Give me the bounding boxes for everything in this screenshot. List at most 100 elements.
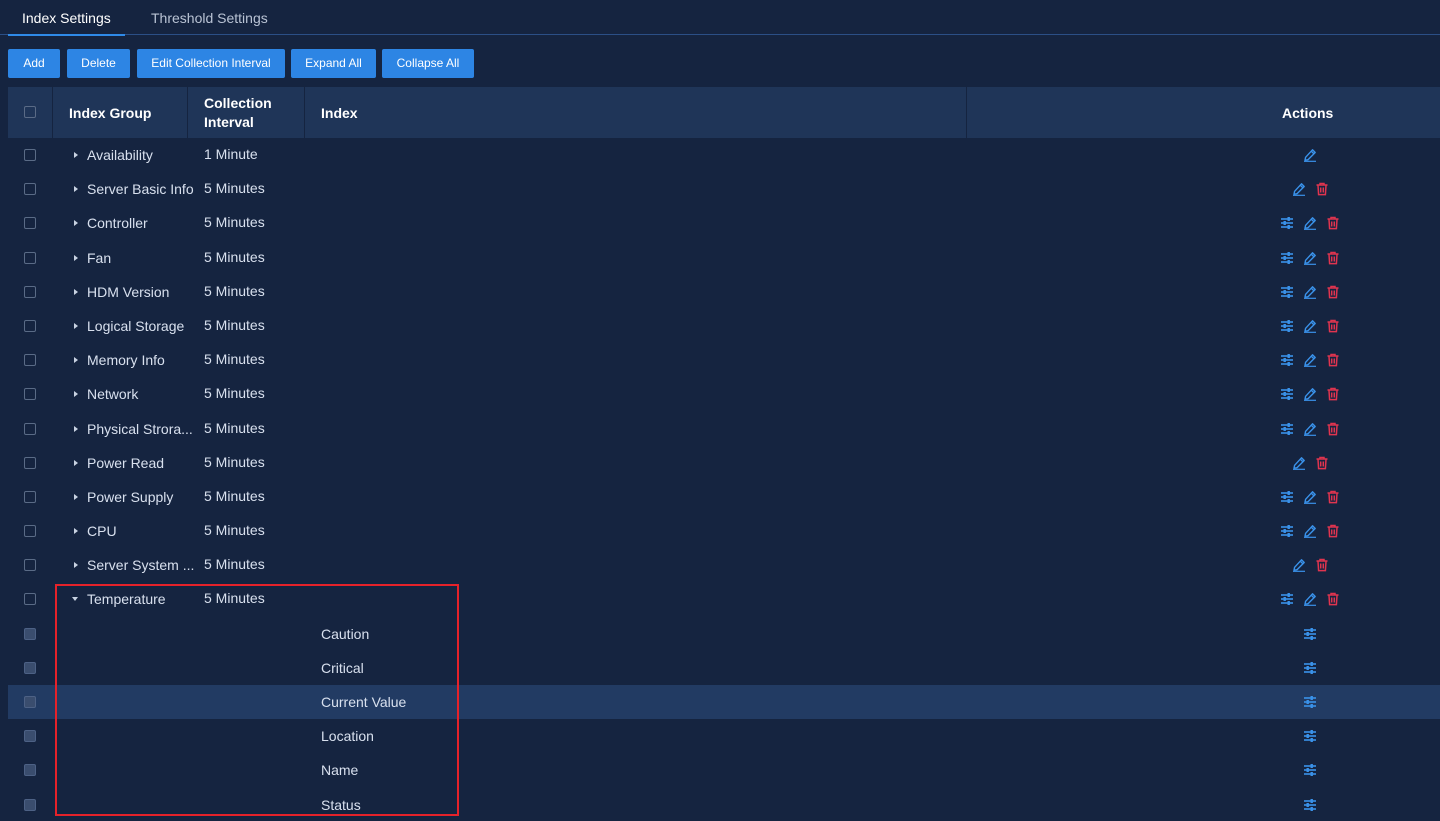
row-checkbox[interactable] <box>24 422 36 435</box>
row-checkbox[interactable] <box>24 730 36 743</box>
trash-icon[interactable] <box>1326 524 1340 538</box>
pencil-icon[interactable] <box>1303 387 1317 402</box>
sliders-icon[interactable] <box>1280 285 1294 299</box>
row-checkbox[interactable] <box>24 696 36 708</box>
row-checkbox[interactable] <box>24 627 36 640</box>
row-checkbox[interactable] <box>24 764 36 777</box>
row-checkbox[interactable] <box>24 559 36 572</box>
pencil-icon[interactable] <box>1303 524 1317 538</box>
pencil-icon[interactable] <box>1292 182 1306 197</box>
caret-right-icon[interactable] <box>74 493 78 500</box>
sliders-icon[interactable] <box>1280 422 1294 436</box>
expand-all-button[interactable]: Expand All <box>291 49 376 78</box>
column-header-collection-interval[interactable]: Collection Interval <box>204 87 272 138</box>
trash-icon[interactable] <box>1326 216 1340 230</box>
trash-icon[interactable] <box>1326 285 1340 299</box>
caret-right-icon[interactable] <box>74 425 78 432</box>
row-checkbox[interactable] <box>24 354 36 367</box>
table-row[interactable]: Power Supply 5 Minutes <box>8 480 1440 514</box>
pencil-icon[interactable] <box>1292 456 1306 470</box>
trash-icon[interactable] <box>1326 490 1340 504</box>
pencil-icon[interactable] <box>1303 285 1317 299</box>
row-checkbox[interactable] <box>24 525 36 538</box>
table-subrow[interactable]: Name <box>8 753 1440 787</box>
trash-icon[interactable] <box>1315 456 1329 470</box>
table-row[interactable]: Temperature 5 Minutes <box>8 582 1440 616</box>
collapse-all-button[interactable]: Collapse All <box>382 49 474 78</box>
table-row[interactable]: Availability 1 Minute <box>8 138 1440 172</box>
select-all-checkbox[interactable] <box>24 106 36 118</box>
caret-right-icon[interactable] <box>74 186 78 193</box>
sliders-icon[interactable] <box>1280 592 1294 606</box>
trash-icon[interactable] <box>1326 251 1340 265</box>
row-checkbox[interactable] <box>24 285 36 298</box>
table-row[interactable]: Server Basic Info 5 Minutes <box>8 172 1440 206</box>
row-checkbox[interactable] <box>24 490 36 503</box>
sliders-icon[interactable] <box>1303 729 1317 743</box>
caret-right-icon[interactable] <box>74 322 78 329</box>
caret-right-icon[interactable] <box>74 152 78 158</box>
pencil-icon[interactable] <box>1303 422 1317 436</box>
pencil-icon[interactable] <box>1303 251 1317 265</box>
table-subrow[interactable]: Current Value <box>8 685 1440 720</box>
table-row[interactable]: Power Read 5 Minutes <box>8 446 1440 480</box>
trash-icon[interactable] <box>1326 387 1340 401</box>
row-checkbox[interactable] <box>24 319 36 332</box>
column-header-index[interactable]: Index <box>321 87 358 138</box>
trash-icon[interactable] <box>1315 182 1329 196</box>
sliders-icon[interactable] <box>1280 387 1294 401</box>
caret-right-icon[interactable] <box>74 288 78 295</box>
table-row[interactable]: HDM Version 5 Minutes <box>8 275 1440 309</box>
caret-right-icon[interactable] <box>74 459 78 466</box>
sliders-icon[interactable] <box>1280 490 1294 504</box>
caret-right-icon[interactable] <box>74 528 78 535</box>
sliders-icon[interactable] <box>1280 353 1294 367</box>
caret-right-icon[interactable] <box>74 357 78 364</box>
table-subrow[interactable]: Caution <box>8 617 1440 651</box>
table-row[interactable]: Physical Strora... 5 Minutes <box>8 412 1440 446</box>
table-row[interactable]: CPU 5 Minutes <box>8 514 1440 548</box>
trash-icon[interactable] <box>1326 353 1340 367</box>
row-checkbox[interactable] <box>24 593 36 606</box>
table-row[interactable]: Fan 5 Minutes <box>8 241 1440 275</box>
pencil-icon[interactable] <box>1303 319 1317 333</box>
pencil-icon[interactable] <box>1292 558 1306 573</box>
trash-icon[interactable] <box>1326 319 1340 333</box>
row-checkbox[interactable] <box>24 217 36 230</box>
table-subrow[interactable]: Status <box>8 788 1440 821</box>
row-checkbox[interactable] <box>24 798 36 811</box>
tab-index-settings[interactable]: Index Settings <box>8 0 125 36</box>
sliders-icon[interactable] <box>1303 798 1317 812</box>
sliders-icon[interactable] <box>1303 661 1317 675</box>
row-checkbox[interactable] <box>24 149 36 161</box>
caret-right-icon[interactable] <box>74 562 78 569</box>
caret-right-icon[interactable] <box>74 391 78 398</box>
trash-icon[interactable] <box>1315 558 1329 572</box>
pencil-icon[interactable] <box>1303 216 1317 231</box>
add-button[interactable]: Add <box>8 49 60 78</box>
row-checkbox[interactable] <box>24 456 36 469</box>
caret-down-icon[interactable] <box>72 597 78 602</box>
caret-right-icon[interactable] <box>74 254 78 261</box>
column-header-index-group[interactable]: Index Group <box>69 87 151 138</box>
row-checkbox[interactable] <box>24 388 36 401</box>
tab-threshold-settings[interactable]: Threshold Settings <box>151 0 268 35</box>
sliders-icon[interactable] <box>1280 524 1294 538</box>
row-checkbox[interactable] <box>24 251 36 264</box>
table-subrow[interactable]: Location <box>8 719 1440 753</box>
sliders-icon[interactable] <box>1303 695 1317 709</box>
row-checkbox[interactable] <box>24 661 36 674</box>
sliders-icon[interactable] <box>1280 251 1294 265</box>
trash-icon[interactable] <box>1326 592 1340 606</box>
caret-right-icon[interactable] <box>74 220 78 227</box>
sliders-icon[interactable] <box>1303 627 1317 641</box>
delete-button[interactable]: Delete <box>67 49 130 78</box>
table-row[interactable]: Memory Info 5 Minutes <box>8 343 1440 377</box>
edit-collection-interval-button[interactable]: Edit Collection Interval <box>137 49 285 78</box>
pencil-icon[interactable] <box>1303 592 1317 607</box>
sliders-icon[interactable] <box>1303 763 1317 777</box>
row-checkbox[interactable] <box>24 183 36 196</box>
pencil-icon[interactable] <box>1303 148 1317 162</box>
table-row[interactable]: Network 5 Minutes <box>8 377 1440 411</box>
table-subrow[interactable]: Critical <box>8 651 1440 685</box>
